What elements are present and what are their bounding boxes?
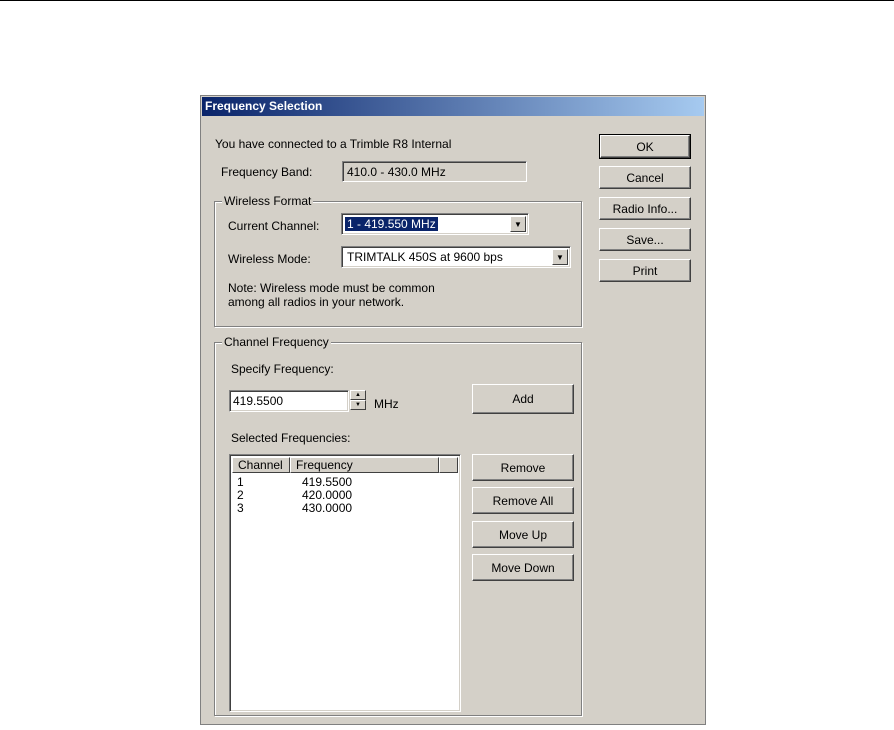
wireless-note-line2: among all radios in your network. [228,295,405,309]
current-channel-select[interactable]: 1 - 419.550 MHz ▼ [341,213,529,235]
move-down-button[interactable]: Move Down [472,554,574,581]
wireless-mode-select[interactable]: TRIMTALK 450S at 9600 bps ▼ [341,246,571,268]
cancel-button[interactable]: Cancel [599,166,691,189]
connected-text: You have connected to a Trimble R8 Inter… [215,137,452,151]
frequency-list[interactable]: Channel Frequency 1 419.5500 2 420.0000 … [229,454,461,712]
frequency-input-value: 419.5500 [233,394,284,408]
frequency-input[interactable]: 419.5500 [229,390,349,412]
frequency-selection-dialog: Frequency Selection You have connected t… [200,95,706,725]
row-channel: 3 [237,501,244,515]
wireless-format-legend: Wireless Format [222,194,314,208]
table-row[interactable]: 3 430.0000 [232,502,458,514]
frequency-band-label: Frequency Band: [221,165,313,179]
page-top-rule [0,0,894,1]
row-channel: 1 [237,475,244,489]
table-row[interactable]: 2 420.0000 [232,489,458,501]
selected-frequencies-label: Selected Frequencies: [231,431,351,445]
table-row[interactable]: 1 419.5500 [232,476,458,488]
row-frequency: 419.5500 [302,475,353,489]
arrow-up-icon[interactable]: ▲ [350,390,366,400]
row-frequency: 420.0000 [302,488,353,502]
frequency-unit-label: MHz [374,397,399,411]
wireless-note-line1: Note: Wireless mode must be common [228,281,435,295]
chevron-down-icon[interactable]: ▼ [510,216,526,232]
row-channel: 2 [237,488,244,502]
frequency-spinner[interactable]: ▲ ▼ [350,390,366,411]
dialog-title: Frequency Selection [205,99,323,113]
dialog-titlebar[interactable]: Frequency Selection [202,97,704,116]
remove-button[interactable]: Remove [472,454,574,481]
column-header-channel[interactable]: Channel [232,457,290,473]
arrow-down-icon[interactable]: ▼ [350,400,366,410]
specify-frequency-label: Specify Frequency: [231,362,334,376]
wireless-mode-label: Wireless Mode: [228,252,311,266]
move-up-button[interactable]: Move Up [472,521,574,548]
wireless-mode-value: TRIMTALK 450S at 9600 bps [347,250,503,264]
row-frequency: 430.0000 [302,501,353,515]
print-button[interactable]: Print [599,259,691,282]
channel-frequency-legend: Channel Frequency [222,335,331,349]
radio-info-button[interactable]: Radio Info... [599,197,691,220]
frequency-band-value: 410.0 - 430.0 MHz [347,165,446,179]
chevron-down-icon[interactable]: ▼ [552,249,568,265]
ok-button[interactable]: OK [599,134,691,159]
remove-all-button[interactable]: Remove All [472,487,574,514]
save-button[interactable]: Save... [599,228,691,251]
column-header-frequency[interactable]: Frequency [290,457,439,473]
frequency-band-field: 410.0 - 430.0 MHz [342,161,527,182]
current-channel-label: Current Channel: [228,219,320,233]
column-header-filler [439,457,458,473]
add-button[interactable]: Add [472,384,574,414]
current-channel-value: 1 - 419.550 MHz [345,217,438,231]
